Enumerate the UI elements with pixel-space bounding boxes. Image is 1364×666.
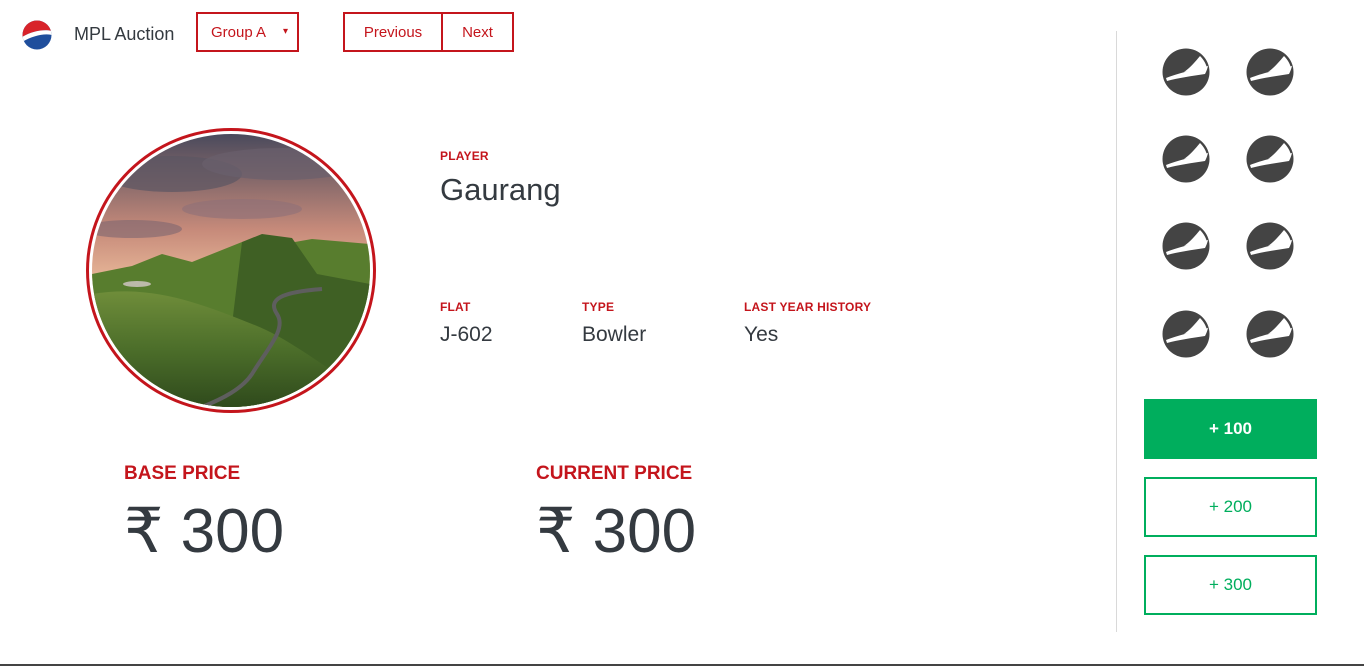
current-price-value: ₹ 300 [536,497,697,566]
flat-field: Flat J-602 [440,300,493,347]
player-label: Player [440,149,489,163]
team-logo-icon[interactable] [1246,310,1294,358]
app-title: MPL Auction [74,24,175,44]
previous-button[interactable]: Previous [343,12,443,52]
player-photo [92,134,370,407]
team-logo-icon[interactable] [1246,48,1294,96]
group-select[interactable]: Group A ▾ [196,12,299,52]
chevron-down-icon: ▾ [282,26,288,37]
player-avatar [86,128,376,413]
type-value: Bowler [582,323,647,346]
group-select-value: Group A [211,23,267,41]
base-price-value: ₹ 300 [124,497,285,566]
team-logo-icon[interactable] [1162,135,1210,183]
flat-label: Flat [440,300,471,314]
next-button[interactable]: Next [443,12,514,52]
sidebar-divider [1116,31,1117,632]
last-year-history-label: Last Year History [744,300,872,314]
last-year-history-value: Yes [744,323,779,346]
bid-200-button[interactable]: + 200 [1144,477,1317,537]
base-price: Base Price ₹ 300 [124,463,284,563]
current-price: Current Price ₹ 300 [536,463,696,563]
type-label: Type [582,300,615,314]
current-price-label: Current Price [536,463,693,484]
player-name: Gaurang [440,172,561,207]
team-logo-icon[interactable] [1162,310,1210,358]
team-logo-icon[interactable] [1246,222,1294,270]
brand-logo-icon [22,20,52,50]
bid-300-button[interactable]: + 300 [1144,555,1317,615]
flat-value: J-602 [440,323,493,346]
bid-100-button[interactable]: + 100 [1144,399,1317,459]
last-year-history-field: Last Year History Yes [744,300,871,347]
type-field: Type Bowler [582,300,646,347]
pager: Previous Next [343,12,514,52]
team-logo-icon[interactable] [1162,222,1210,270]
base-price-label: Base Price [124,463,241,484]
team-logo-icon[interactable] [1246,135,1294,183]
team-logo-icon[interactable] [1162,48,1210,96]
